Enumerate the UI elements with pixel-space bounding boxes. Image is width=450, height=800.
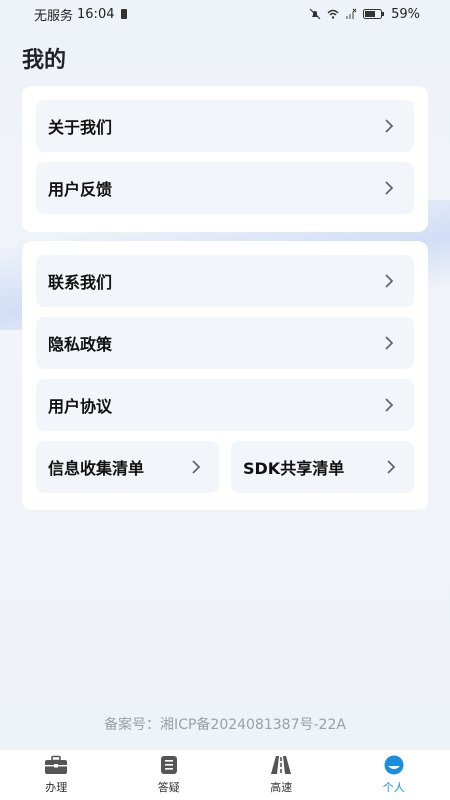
chevron-right-icon — [385, 119, 394, 133]
menu-item-label: 信息收集清单 — [48, 459, 145, 478]
tab-label: 个人 — [382, 781, 405, 794]
menu-card-primary: 关于我们 用户反馈 — [22, 86, 428, 232]
battery-percent: 59% — [391, 6, 420, 22]
chevron-right-icon — [192, 460, 201, 474]
chevron-right-icon — [387, 460, 396, 474]
wifi-icon — [327, 9, 339, 19]
menu-split-row: 信息收集清单 SDK共享清单 — [36, 441, 414, 493]
menu-item-privacy-policy[interactable]: 隐私政策 — [36, 317, 414, 369]
menu-item-info-collection-list[interactable]: 信息收集清单 — [36, 441, 219, 493]
tab-highway[interactable]: 高速 — [241, 755, 321, 795]
signal-icon — [346, 8, 357, 19]
menu-item-feedback[interactable]: 用户反馈 — [36, 162, 414, 214]
tab-label: 办理 — [45, 781, 68, 794]
clock-time: 16:04 — [77, 6, 115, 22]
bottom-tab-bar: 办理 答疑 高速 个人 — [0, 750, 450, 800]
chevron-right-icon — [385, 336, 394, 350]
tab-personal[interactable]: 个人 — [354, 755, 434, 795]
page-title: 我的 — [22, 48, 67, 73]
menu-item-user-agreement[interactable]: 用户协议 — [36, 379, 414, 431]
menu-item-sdk-sharing-list[interactable]: SDK共享清单 — [231, 441, 414, 493]
chevron-right-icon — [385, 398, 394, 412]
chevron-right-icon — [385, 181, 394, 195]
menu-item-about-us[interactable]: 关于我们 — [36, 100, 414, 152]
tab-handle[interactable]: 办理 — [16, 755, 96, 795]
carrier-text: 无服务 — [34, 8, 74, 24]
highway-icon — [271, 756, 292, 774]
menu-card-secondary: 联系我们 隐私政策 用户协议 信息收集清单 SDK共享清单 — [22, 241, 428, 510]
sim-icon — [121, 9, 128, 19]
person-icon — [384, 755, 404, 775]
menu-item-label: 联系我们 — [48, 273, 113, 292]
tab-qa[interactable]: 答疑 — [129, 755, 209, 795]
menu-item-contact-us[interactable]: 联系我们 — [36, 255, 414, 307]
menu-item-label: 隐私政策 — [48, 335, 113, 354]
document-list-icon — [160, 756, 177, 774]
tab-label: 高速 — [270, 781, 293, 794]
menu-item-label: 关于我们 — [48, 118, 113, 137]
icp-record-text: 备案号：湘ICP备2024081387号-22A — [104, 717, 346, 733]
chevron-right-icon — [385, 274, 394, 288]
tab-label: 答疑 — [157, 781, 180, 794]
menu-item-label: 用户协议 — [48, 397, 113, 416]
briefcase-icon — [45, 755, 68, 774]
status-bar: 无服务 16:04 59% — [0, 0, 450, 28]
mute-icon — [309, 8, 321, 20]
menu-item-label: SDK共享清单 — [243, 459, 345, 478]
battery-icon — [363, 9, 385, 19]
menu-item-label: 用户反馈 — [48, 180, 113, 199]
